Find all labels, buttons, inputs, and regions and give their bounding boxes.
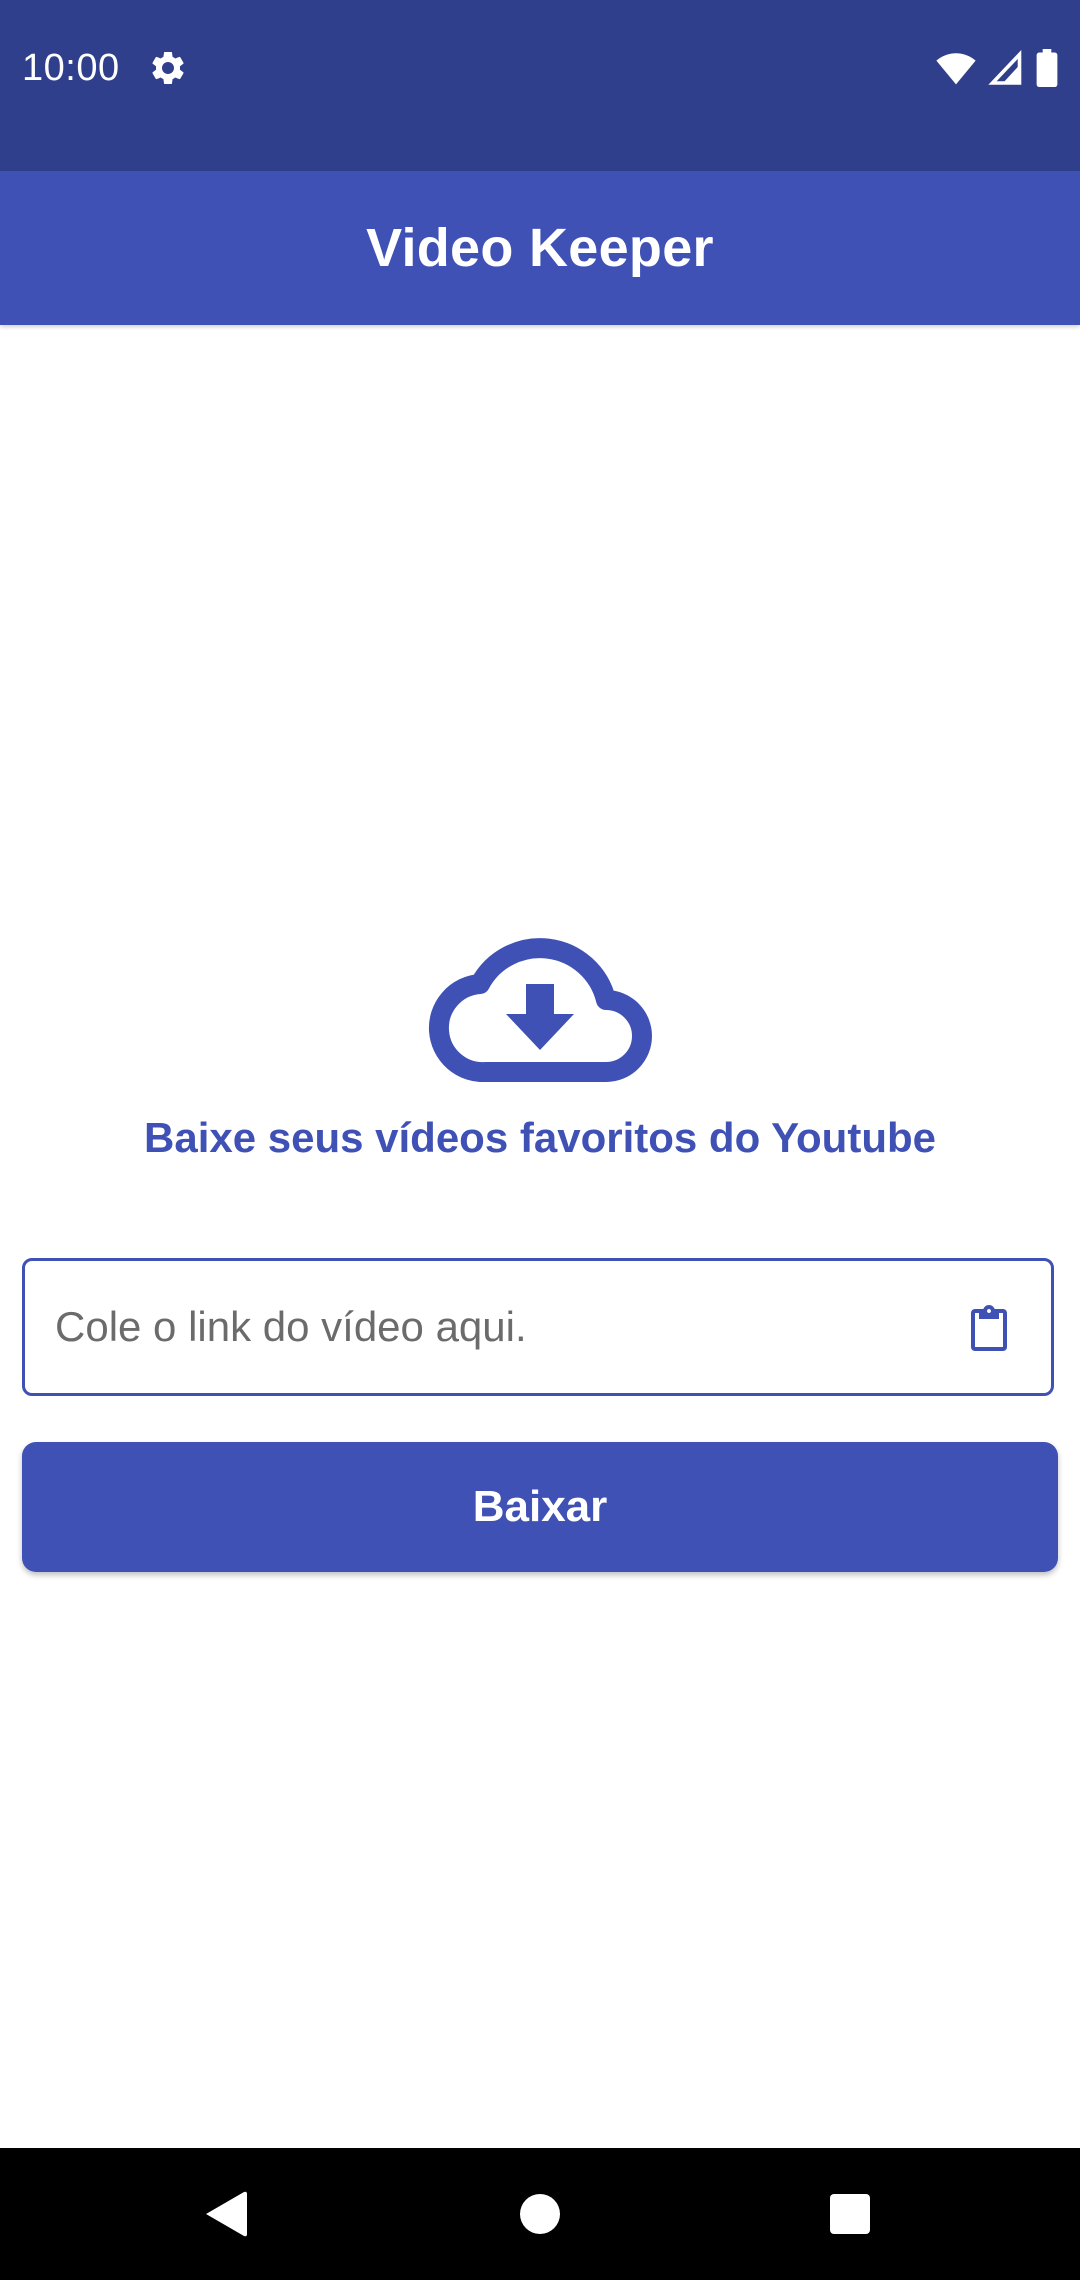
cloud-download-icon <box>428 938 652 1082</box>
status-bar: 10:00 <box>0 0 1080 171</box>
download-button[interactable]: Baixar <box>22 1442 1058 1572</box>
gear-icon <box>152 51 184 84</box>
status-time: 10:00 <box>22 47 120 89</box>
home-icon <box>520 2194 560 2234</box>
app-bar: Video Keeper <box>0 171 1080 325</box>
nav-home-button[interactable] <box>504 2178 576 2250</box>
screen: 10:00 Video Keeper Baixe seus vídeos fav… <box>0 0 1080 2280</box>
wifi-icon <box>936 53 976 85</box>
signal-icon <box>988 50 1022 85</box>
back-icon <box>206 2191 247 2237</box>
link-field[interactable] <box>22 1258 1054 1396</box>
link-input[interactable] <box>55 1261 935 1393</box>
tagline: Baixe seus vídeos favoritos do Youtube <box>144 1114 936 1161</box>
nav-back-button[interactable] <box>190 2178 262 2250</box>
app-title: Video Keeper <box>366 218 714 278</box>
clipboard-icon[interactable] <box>965 1303 1013 1355</box>
status-icons <box>936 48 1058 88</box>
nav-bar <box>0 2148 1080 2280</box>
battery-icon <box>1036 49 1058 87</box>
recents-icon <box>830 2194 870 2234</box>
nav-recents-button[interactable] <box>814 2178 886 2250</box>
